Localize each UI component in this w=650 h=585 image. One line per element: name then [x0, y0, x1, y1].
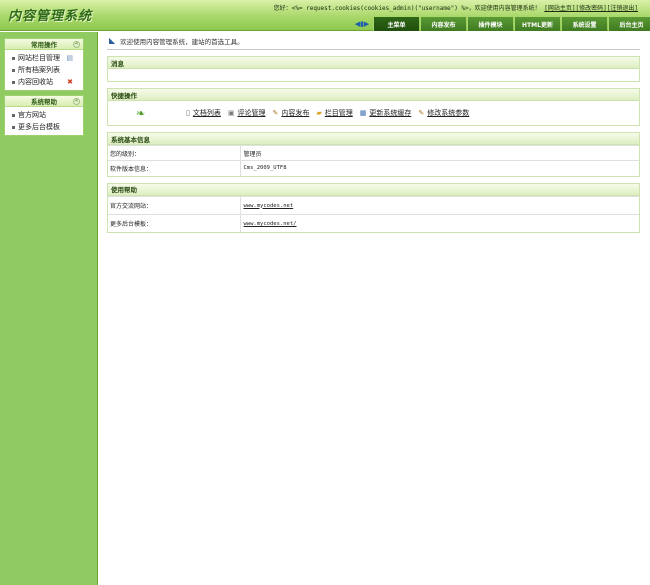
message-body: [108, 69, 639, 81]
panel-title-text: 常用操作: [31, 41, 57, 49]
help-value-cell: www.mycodes.net/: [240, 213, 639, 232]
section-title: 消息: [108, 57, 639, 69]
sidebar-item-label: 网站栏目管理: [18, 54, 60, 62]
welcome-message: 欢迎使用内容管理系统，建站的首选工具。: [120, 37, 244, 46]
welcome-greeting: 您好：<%= request.cookies(cookies_admin)("u…: [273, 5, 541, 12]
more-templates-link[interactable]: www.mycodes.net/: [244, 221, 297, 227]
app-logo: 内容管理系统: [8, 9, 93, 24]
delete-icon: ✖: [67, 78, 73, 86]
help-key: 官方交流网站：: [108, 195, 241, 214]
comment-icon: ▣: [227, 109, 235, 117]
panel-system-help: 系统帮助 « 官方网站 更多后台模板: [4, 95, 84, 136]
sidebar-item-all-docs[interactable]: 所有档案列表: [5, 64, 83, 76]
sidebar-item-label: 所有档案列表: [18, 66, 60, 74]
sidebar: 常用操作 « 网站栏目管理 ▤ 所有档案列表 内容回收站 ✖ 系统帮助 « 官方网站…: [0, 32, 98, 585]
quick-action-label: 内容发布: [281, 109, 310, 117]
help-value-cell: www.mycodes.net: [240, 195, 639, 214]
nav-toggle-icon[interactable]: ◀▮▶: [352, 17, 372, 31]
document-list-icon: ▯: [186, 109, 190, 117]
tab-admin-home[interactable]: 后台主页: [608, 17, 650, 31]
info-key: 软件版本信息：: [108, 160, 241, 176]
system-info-table: 您的级别： 管理员 软件版本信息： Cms_2009_UTF8: [108, 145, 639, 176]
sidebar-item-more-templates[interactable]: 更多后台模板: [5, 121, 83, 133]
quick-action-label: 更新系统缓存: [369, 109, 412, 117]
doc-icon: ▤: [66, 54, 73, 62]
content-publish-link[interactable]: ✎ 内容发布: [272, 108, 309, 118]
help-section: 使用帮助 官方交流网站： www.mycodes.net 更多后台模板： www…: [107, 182, 640, 233]
pen-icon: ✎: [272, 109, 279, 117]
tab-main-menu[interactable]: 主菜单: [373, 17, 419, 31]
quick-action-label: 修改系统参数: [427, 109, 470, 117]
table-row: 您的级别： 管理员: [108, 145, 639, 161]
main-content: ◣ 欢迎使用内容管理系统，建站的首选工具。 消息 快捷操作 ❧ ▯ 文档列表 ▣ 评…: [107, 32, 640, 233]
section-title: 快捷操作: [108, 89, 639, 101]
table-row: 官方交流网站： www.mycodes.net: [108, 195, 639, 214]
sidebar-item-column-manage[interactable]: 网站栏目管理 ▤: [5, 52, 83, 64]
table-row: 软件版本信息： Cms_2009_UTF8: [108, 160, 639, 176]
bullet-icon: [12, 125, 15, 129]
panel-title-text: 系统帮助: [31, 98, 57, 106]
update-cache-link[interactable]: ▦ 更新系统缓存: [360, 108, 412, 118]
table-row: 更多后台模板： www.mycodes.net/: [108, 213, 639, 232]
help-key: 更多后台模板：: [108, 213, 241, 232]
quick-actions-body: ❧ ▯ 文档列表 ▣ 评论管理 ✎ 内容发布 ▰ 栏目管理 ▦ 更新系统缓存 ✎ 修改系统参…: [108, 101, 639, 125]
quick-action-label: 文档列表: [192, 109, 221, 117]
document-list-link[interactable]: ▯ 文档列表: [186, 108, 221, 118]
section-title: 系统基本信息: [108, 133, 639, 145]
tab-system-settings[interactable]: 系统设置: [561, 17, 607, 31]
info-value: Cms_2009_UTF8: [240, 160, 639, 176]
info-value: 管理员: [240, 145, 639, 161]
system-params-link[interactable]: ✎ 修改系统参数: [418, 108, 469, 118]
info-key: 您的级别：: [108, 145, 241, 161]
settings-pen-icon: ✎: [418, 109, 425, 117]
bullet-icon: [12, 113, 15, 117]
sidebar-item-label: 内容回收站: [18, 78, 53, 86]
panel-title: 常用操作 «: [5, 39, 83, 50]
message-section: 消息: [107, 56, 640, 82]
bullet-icon: [12, 80, 15, 84]
collapse-icon[interactable]: «: [73, 98, 80, 105]
leaf-logo-icon: ❧: [136, 106, 146, 120]
sidebar-item-label: 更多后台模板: [18, 123, 60, 131]
top-nav: ◀▮▶ 主菜单 内容发布 插件模块 HTML更新 系统设置 后台主页: [352, 17, 650, 31]
collapse-icon[interactable]: «: [73, 41, 80, 48]
bullet-icon: [12, 56, 15, 60]
column-manage-link[interactable]: ▰ 栏目管理: [316, 108, 352, 118]
tab-content-publish[interactable]: 内容发布: [420, 17, 466, 31]
section-title: 使用帮助: [108, 183, 639, 196]
comment-manage-link[interactable]: ▣ 评论管理: [228, 108, 266, 118]
header: 内容管理系统 您好：<%= request.cookies(cookies_ad…: [0, 0, 650, 31]
quick-actions-section: 快捷操作 ❧ ▯ 文档列表 ▣ 评论管理 ✎ 内容发布 ▰ 栏目管理 ▦ 更新系统缓存 ✎…: [107, 88, 640, 126]
change-password-link[interactable]: [修改密码]: [576, 5, 607, 12]
tab-plugins[interactable]: 插件模块: [467, 17, 513, 31]
help-table: 官方交流网站： www.mycodes.net 更多后台模板： www.myco…: [108, 195, 639, 232]
system-info-section: 系统基本信息 您的级别： 管理员 软件版本信息： Cms_2009_UTF8: [107, 132, 640, 177]
site-home-link[interactable]: [网站主页]: [544, 5, 575, 12]
panel-title: 系统帮助 «: [5, 96, 83, 107]
refresh-icon: ▦: [359, 109, 367, 117]
welcome-bar: ◣ 欢迎使用内容管理系统，建站的首选工具。: [107, 32, 640, 50]
logout-link[interactable]: [注销退出]: [607, 5, 638, 12]
tab-html-update[interactable]: HTML更新: [514, 17, 560, 31]
speaker-icon: ◣: [109, 36, 116, 45]
panel-common-ops: 常用操作 « 网站栏目管理 ▤ 所有档案列表 内容回收站 ✖: [4, 38, 84, 91]
sidebar-item-recycle-bin[interactable]: 内容回收站 ✖: [5, 76, 83, 88]
folder-icon: ▰: [316, 109, 322, 117]
official-site-link[interactable]: www.mycodes.net: [244, 203, 294, 209]
welcome-text: 您好：<%= request.cookies(cookies_admin)("u…: [274, 3, 638, 12]
quick-action-label: 评论管理: [237, 109, 266, 117]
bullet-icon: [12, 68, 15, 72]
sidebar-item-official-site[interactable]: 官方网站: [5, 109, 83, 121]
sidebar-item-label: 官方网站: [18, 111, 46, 119]
quick-action-label: 栏目管理: [324, 109, 353, 117]
